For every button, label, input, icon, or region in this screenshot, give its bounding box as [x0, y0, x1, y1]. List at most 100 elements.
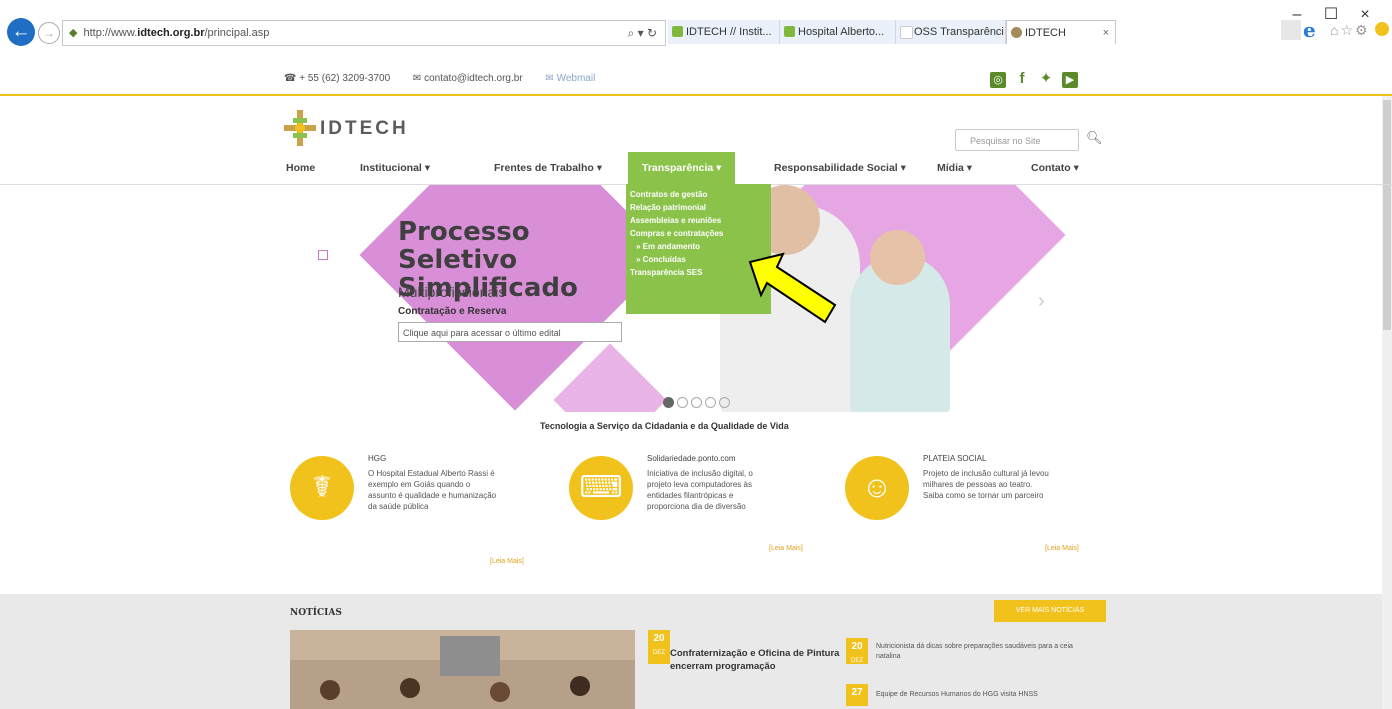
read-more-link[interactable]: [Leia Mais]: [490, 558, 524, 565]
theater-masks-icon: ☺: [845, 456, 909, 520]
scrollbar-thumb[interactable]: [1383, 100, 1391, 330]
tab-oss-transparencia[interactable]: OSS Transparênci...: [896, 20, 1006, 44]
photo-person: [490, 682, 510, 702]
contact-info: ☎ + 55 (62) 3209-3700 ✉ contato@idtech.o…: [284, 73, 615, 84]
read-more-link[interactable]: [Leia Mais]: [769, 545, 803, 552]
feature-solidariedade: ⌨ Solidariedade.ponto.com Iniciativa de …: [569, 450, 829, 570]
photo-person: [320, 680, 340, 700]
feature-desc: Projeto de inclusão cultural já levou mi…: [923, 469, 1049, 500]
feature-title: PLATEIA SOCIAL: [923, 454, 987, 463]
news-title: NOTÍCIAS: [290, 608, 342, 618]
url-prefix: http://www.: [83, 27, 138, 39]
hero-edital-link[interactable]: Clique aqui para acessar o último edital: [398, 322, 622, 342]
webmail-label: Webmail: [556, 73, 596, 84]
feedback-smiley-icon[interactable]: [1375, 22, 1389, 36]
address-search-refresh-icon[interactable]: ⌕ ▾ ↻: [628, 21, 657, 45]
feature-hgg: ☤ HGG O Hospital Estadual Alberto Rassi …: [290, 450, 550, 570]
slider-dot[interactable]: [663, 397, 674, 408]
forward-arrow-icon[interactable]: →: [38, 22, 60, 44]
yellow-arrow-annotation-icon: [748, 252, 837, 324]
menu-item-contratos-de-gestao[interactable]: Contratos de gestão: [630, 188, 767, 201]
tab-idtech-active[interactable]: IDTECH ×: [1006, 20, 1116, 44]
site-topbar: ☎ + 55 (62) 3209-3700 ✉ contato@idtech.o…: [0, 66, 1392, 96]
news-side-item[interactable]: Equipe de Recursos Humanos do HGG visita…: [876, 690, 1076, 700]
instagram-icon[interactable]: ◎: [990, 72, 1006, 88]
news-main-date: 20 DEZ: [648, 630, 670, 664]
logo-mark-icon: [284, 110, 316, 146]
twitter-icon[interactable]: ✦: [1038, 71, 1054, 87]
news-side-item[interactable]: Nutricionista dá dicas sobre preparações…: [876, 642, 1076, 662]
browser-chrome: ← → ◆ http://www.idtech.org.br/principal.…: [0, 0, 1392, 66]
slider-dot[interactable]: [705, 397, 716, 408]
nav-frentes-de-trabalho[interactable]: Frentes de Trabalho ▾: [494, 152, 602, 184]
nav-transparencia[interactable]: Transparência ▾: [628, 152, 736, 184]
main-nav: Home Institucional ▾ Frentes de Trabalho…: [0, 152, 1392, 185]
tab-label: OSS Transparênci...: [914, 26, 1006, 38]
home-favorites-settings-icon[interactable]: ⌂☆⚙: [1330, 22, 1370, 39]
window-controls: – ☐ ×: [1280, 4, 1382, 24]
computer-user-icon: ⌨: [569, 456, 633, 520]
photo-person: [570, 676, 590, 696]
date-day: 27: [851, 687, 863, 698]
tab-close-icon[interactable]: ×: [1103, 21, 1109, 44]
date-day: 20: [851, 641, 863, 652]
date-day: 20: [653, 633, 665, 644]
feature-title: Solidariedade.ponto.com: [647, 454, 736, 463]
tab-idtech-instit[interactable]: IDTECH // Instit...: [668, 20, 780, 44]
youtube-icon[interactable]: ▶: [1062, 72, 1078, 88]
slider-dots: [663, 395, 733, 413]
maximize-icon[interactable]: ☐: [1314, 4, 1348, 24]
tab-favicon-icon: [1011, 27, 1022, 38]
feature-title: HGG: [368, 454, 387, 463]
address-bar[interactable]: ◆ http://www.idtech.org.br/principal.asp …: [62, 20, 666, 46]
nav-responsabilidade-social[interactable]: Responsabilidade Social ▾: [774, 152, 906, 184]
photo-person: [400, 678, 420, 698]
hero-decor-square: [318, 250, 328, 260]
search-input[interactable]: Pesquisar no Site: [955, 129, 1079, 151]
hero-note: Contratação e Reserva: [398, 306, 507, 317]
back-arrow-icon[interactable]: ←: [7, 18, 35, 46]
tab-label: IDTECH: [1025, 27, 1066, 39]
minimize-icon[interactable]: –: [1280, 6, 1314, 24]
webmail-link[interactable]: ✉ Webmail: [545, 73, 605, 84]
tab-hospital-alberto[interactable]: Hospital Alberto...: [780, 20, 896, 44]
tab-label: Hospital Alberto...: [798, 26, 885, 38]
news-main-headline[interactable]: Confraternização e Oficina de Pintura en…: [670, 647, 850, 673]
nav-contato[interactable]: Contato ▾: [1031, 152, 1079, 184]
slider-dot[interactable]: [719, 397, 730, 408]
search-icon[interactable]: 🔍︎: [1086, 130, 1103, 146]
tab-favicon-icon: [900, 26, 913, 39]
phone-text: ☎ + 55 (62) 3209-3700: [284, 73, 391, 84]
nav-midia[interactable]: Mídia ▾: [937, 152, 972, 184]
site-favicon-icon: ◆: [69, 27, 78, 39]
news-side-date: 27: [846, 684, 868, 706]
slider-dot[interactable]: [691, 397, 702, 408]
close-window-icon[interactable]: ×: [1348, 6, 1382, 24]
hero-subtitle: Multiprofissionais: [398, 284, 506, 300]
url-path: /principal.asp: [204, 27, 270, 39]
feature-desc: Iniciativa de inclusão digital, o projet…: [647, 469, 753, 511]
menu-item-compras-contratacoes[interactable]: Compras e contratações: [630, 227, 767, 240]
feature-plateia-social: ☺ PLATEIA SOCIAL Projeto de inclusão cul…: [845, 450, 1105, 570]
email-link[interactable]: ✉ contato@idtech.org.br: [413, 73, 533, 84]
tagline: Tecnologia a Serviço da Cidadania e da Q…: [540, 421, 789, 431]
feature-desc: O Hospital Estadual Alberto Rassi é exem…: [368, 469, 497, 511]
nav-institucional[interactable]: Institucional ▾: [360, 152, 430, 184]
all-news-button[interactable]: VER MAIS NOTÍCIAS: [994, 600, 1106, 622]
url-host: idtech.org.br: [137, 27, 205, 39]
date-month: DEZ: [851, 658, 863, 664]
nav-home[interactable]: Home: [286, 152, 315, 184]
read-more-link[interactable]: [Leia Mais]: [1045, 545, 1079, 552]
stethoscope-icon: ☤: [290, 456, 354, 520]
menu-item-assembleias[interactable]: Assembleias e reuniões: [630, 214, 767, 227]
news-section: NOTÍCIAS VER MAIS NOTÍCIAS 20 DEZ Confra…: [0, 594, 1382, 709]
menu-item-relacao-patrimonial[interactable]: Relação patrimonial: [630, 201, 767, 214]
news-photo[interactable]: [290, 630, 635, 709]
slider-dot[interactable]: [677, 397, 688, 408]
social-links: ◎ f ✦ ▶: [990, 70, 1086, 88]
tab-label: IDTECH // Instit...: [686, 26, 772, 38]
facebook-icon[interactable]: f: [1014, 71, 1030, 87]
slider-next-icon[interactable]: ›: [1038, 290, 1045, 313]
news-side-date: 20 DEZ: [846, 638, 868, 664]
hero-nurse-face: [870, 230, 925, 285]
